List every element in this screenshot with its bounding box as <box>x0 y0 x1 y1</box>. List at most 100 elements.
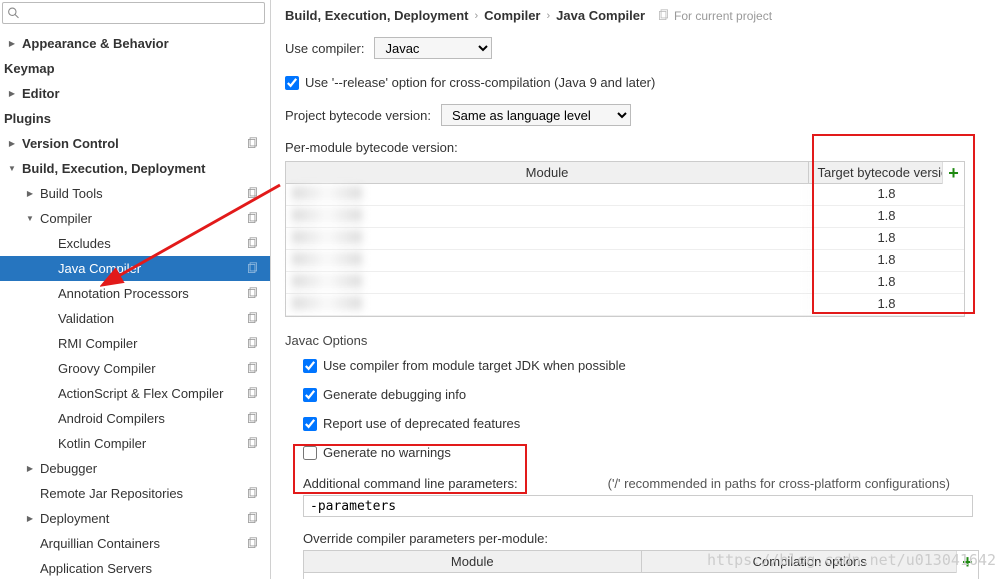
tree-item-label: Android Compilers <box>58 411 246 426</box>
use-module-jdk-checkbox[interactable] <box>303 359 317 373</box>
breadcrumb-2: Compiler <box>484 8 540 23</box>
module-cell <box>286 228 809 249</box>
deprecated-label: Report use of deprecated features <box>323 416 520 431</box>
tree-item-label: Version Control <box>22 136 246 151</box>
release-option-label: Use '--release' option for cross-compila… <box>305 75 655 90</box>
tree-item-plugins[interactable]: Plugins <box>0 106 270 131</box>
tree-item-remote-jar-repositories[interactable]: Remote Jar Repositories <box>0 481 270 506</box>
tree-item-label: Editor <box>22 86 264 101</box>
use-module-jdk-label: Use compiler from module target JDK when… <box>323 358 626 373</box>
tree-item-appearance-behavior[interactable]: ▶Appearance & Behavior <box>0 31 270 56</box>
tree-item-compiler[interactable]: ▼ Compiler <box>0 206 270 231</box>
tree-item-build-execution-deployment[interactable]: ▼Build, Execution, Deployment <box>0 156 270 181</box>
tree-item-label: Groovy Compiler <box>58 361 246 376</box>
override-hint: Additional compilation options will be t… <box>304 573 978 579</box>
module-cell <box>286 294 809 315</box>
tree-item-label: Kotlin Compiler <box>58 436 246 451</box>
copy-icon <box>246 137 260 151</box>
copy-icon <box>246 312 260 326</box>
breadcrumb-1: Build, Execution, Deployment <box>285 8 468 23</box>
copy-icon <box>246 237 260 251</box>
compiler-select[interactable]: Javac <box>374 37 492 59</box>
tree-item-android-compilers[interactable]: Android Compilers <box>0 406 270 431</box>
chevron-icon: ▶ <box>24 514 36 523</box>
deprecated-checkbox[interactable] <box>303 417 317 431</box>
col-target: Target bytecode version <box>809 162 964 183</box>
add-module-button[interactable]: + <box>942 162 964 184</box>
tree-item-excludes[interactable]: Excludes <box>0 231 270 256</box>
tree-item-kotlin-compiler[interactable]: Kotlin Compiler <box>0 431 270 456</box>
copy-icon <box>246 187 260 201</box>
tree-item-editor[interactable]: ▶ Editor <box>0 81 270 106</box>
chevron-icon: ▶ <box>6 139 18 148</box>
copy-icon <box>246 287 260 301</box>
tree-item-label: Debugger <box>40 461 264 476</box>
release-option-checkbox[interactable] <box>285 76 299 90</box>
copy-icon <box>246 437 260 451</box>
chevron-icon: ▼ <box>24 214 36 223</box>
override-col-module: Module <box>304 551 642 572</box>
bytecode-version-select[interactable]: Same as language level <box>441 104 631 126</box>
gen-debug-checkbox[interactable] <box>303 388 317 402</box>
table-row[interactable]: 1.8 <box>286 206 964 228</box>
tree-item-label: Annotation Processors <box>58 286 246 301</box>
chevron-icon: ▶ <box>6 89 18 98</box>
tree-item-groovy-compiler[interactable]: Groovy Compiler <box>0 356 270 381</box>
table-row[interactable]: 1.8 <box>286 228 964 250</box>
table-row[interactable]: 1.8 <box>286 184 964 206</box>
tree-item-label: Validation <box>58 311 246 326</box>
tree-item-deployment[interactable]: ▶ Deployment <box>0 506 270 531</box>
module-cell <box>286 272 809 293</box>
copy-icon <box>246 362 260 376</box>
tree-item-label: Excludes <box>58 236 246 251</box>
settings-sidebar: ▶Appearance & BehaviorKeymap ▶ Editor Plugi… <box>0 0 271 579</box>
breadcrumb-3: Java Compiler <box>556 8 645 23</box>
table-row[interactable]: 1.8 <box>286 250 964 272</box>
tree-item-label: Arquillian Containers <box>40 536 246 551</box>
tree-item-application-servers[interactable]: Application Servers <box>0 556 270 579</box>
tree-item-java-compiler[interactable]: Java Compiler <box>0 256 270 281</box>
tree-item-label: Build, Execution, Deployment <box>22 161 264 176</box>
params-label: Additional command line parameters: <box>303 476 518 491</box>
copy-icon <box>246 487 260 501</box>
search-icon <box>7 6 20 20</box>
target-cell: 1.8 <box>809 250 964 271</box>
module-cell <box>286 250 809 271</box>
chevron-icon: ▶ <box>24 464 36 473</box>
target-cell: 1.8 <box>809 294 964 315</box>
tree-item-keymap[interactable]: Keymap <box>0 56 270 81</box>
tree-item-debugger[interactable]: ▶ Debugger <box>0 456 270 481</box>
copy-icon <box>246 212 260 226</box>
copy-icon <box>246 337 260 351</box>
use-compiler-label: Use compiler: <box>285 41 364 56</box>
target-cell: 1.8 <box>809 228 964 249</box>
tree-item-validation[interactable]: Validation <box>0 306 270 331</box>
params-input[interactable] <box>303 495 973 517</box>
main-panel: Build, Execution, Deployment › Compiler … <box>271 0 1002 579</box>
tree-item-version-control[interactable]: ▶ Version Control <box>0 131 270 156</box>
tree-item-actionscript-flex-compiler[interactable]: ActionScript & Flex Compiler <box>0 381 270 406</box>
search-input[interactable] <box>23 6 260 20</box>
chevron-right-icon: › <box>546 10 550 22</box>
search-box[interactable] <box>2 2 265 24</box>
copy-icon <box>657 9 670 22</box>
module-cell <box>286 184 809 205</box>
params-hint: ('/' recommended in paths for cross-plat… <box>608 476 950 491</box>
tree-item-label: Compiler <box>40 211 246 226</box>
target-cell: 1.8 <box>809 184 964 205</box>
bytecode-version-label: Project bytecode version: <box>285 108 431 123</box>
tree-item-label: ActionScript & Flex Compiler <box>58 386 246 401</box>
no-warnings-checkbox[interactable] <box>303 446 317 460</box>
tree-item-rmi-compiler[interactable]: RMI Compiler <box>0 331 270 356</box>
tree-item-build-tools[interactable]: ▶Build Tools <box>0 181 270 206</box>
breadcrumb: Build, Execution, Deployment › Compiler … <box>285 8 1002 31</box>
project-scope-hint: For current project <box>657 9 772 23</box>
tree-item-arquillian-containers[interactable]: Arquillian Containers <box>0 531 270 556</box>
table-row[interactable]: 1.8 <box>286 294 964 316</box>
per-module-label: Per-module bytecode version: <box>285 140 1002 155</box>
tree-item-label: Plugins <box>4 111 264 126</box>
tree-item-label: Deployment <box>40 511 246 526</box>
tree-item-annotation-processors[interactable]: Annotation Processors <box>0 281 270 306</box>
table-row[interactable]: 1.8 <box>286 272 964 294</box>
settings-tree: ▶Appearance & BehaviorKeymap ▶ Editor Plugi… <box>0 27 270 579</box>
